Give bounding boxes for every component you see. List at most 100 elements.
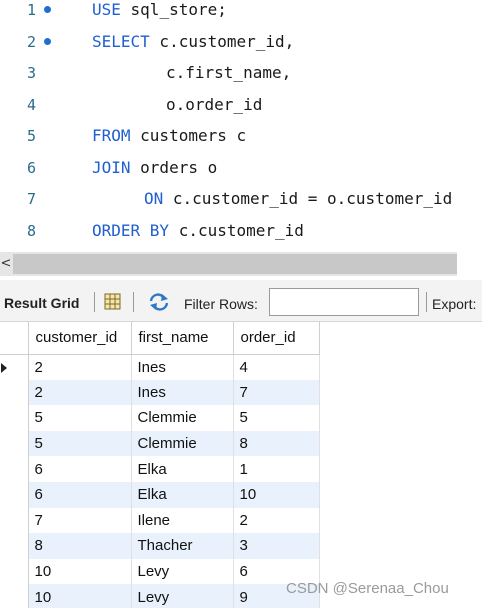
column-header-first-name[interactable]: first_name	[131, 322, 234, 355]
table-row[interactable]: 10 Levy 6	[0, 558, 320, 585]
table-cell[interactable]: 1	[233, 456, 320, 482]
row-header[interactable]	[0, 379, 29, 406]
row-header[interactable]	[0, 430, 29, 457]
table-cell[interactable]: Elka	[131, 481, 234, 508]
table-cell[interactable]: 2	[28, 354, 132, 380]
table-row[interactable]: 6 Elka 1	[0, 456, 320, 482]
watermark: CSDN @Serenaa_Chou	[286, 580, 449, 597]
table-cell[interactable]: Clemmie	[131, 405, 234, 431]
line-number: 7	[26, 190, 36, 208]
table-cell[interactable]: Thacher	[131, 533, 234, 559]
export-button[interactable]: Export:	[432, 296, 476, 312]
sql-text: c.customer_id = o.customer_id	[163, 189, 453, 208]
sql-text: c.first_name,	[166, 63, 292, 82]
line-number: 5	[26, 127, 36, 145]
table-row[interactable]: 10 Levy 9	[0, 584, 320, 608]
code-text: SELECT c.customer_id,	[92, 32, 294, 51]
column-header-customer-id[interactable]: customer_id	[28, 322, 132, 355]
toolbar-divider	[133, 292, 134, 312]
code-line[interactable]: 5 FROM customers c	[0, 123, 482, 155]
row-header[interactable]	[0, 507, 29, 534]
sql-text: c.customer_id	[169, 220, 304, 240]
sql-keyword: SELECT	[92, 31, 150, 51]
table-cell[interactable]: 8	[233, 430, 320, 457]
code-line[interactable]: 6 JOIN orders o	[0, 155, 482, 187]
code-line[interactable]: 4 o.order_id	[0, 92, 482, 124]
row-header[interactable]	[0, 481, 29, 508]
table-cell[interactable]: 2	[28, 379, 132, 406]
line-number: 4	[26, 95, 36, 114]
table-cell[interactable]: 6	[28, 481, 132, 508]
row-header-corner	[0, 322, 29, 355]
sql-text: sql_store;	[120, 0, 227, 19]
sql-keyword: FROM	[92, 126, 131, 145]
refresh-icon[interactable]	[148, 293, 170, 311]
table-cell[interactable]: 10	[28, 584, 132, 608]
table-cell[interactable]: Levy	[131, 558, 234, 585]
filter-rows-input[interactable]	[269, 288, 419, 316]
table-row[interactable]: 6 Elka 10	[0, 481, 320, 508]
sql-keyword: USE	[92, 0, 121, 19]
result-table: customer_id first_name order_id 2 Ines 4 2 I…	[0, 322, 320, 608]
table-cell[interactable]: Elka	[131, 456, 234, 482]
code-text: ON c.customer_id = o.customer_id	[144, 189, 452, 208]
table-row[interactable]: 7 Ilene 2	[0, 507, 320, 534]
current-row-arrow-icon	[1, 362, 7, 373]
table-row[interactable]: 5 Clemmie 8	[0, 430, 320, 457]
table-row[interactable]: 2 Ines 7	[0, 379, 320, 406]
table-cell[interactable]: 10	[28, 558, 132, 585]
result-grid: customer_id first_name order_id 2 Ines 4 2 I…	[0, 322, 482, 608]
result-grid-tab[interactable]: Result Grid	[4, 295, 79, 311]
result-toolbar: Result Grid Filter Rows: Export:	[0, 280, 482, 322]
sql-text: orders o	[130, 157, 218, 177]
table-cell[interactable]: 6	[28, 456, 132, 482]
table-cell[interactable]: Ilene	[131, 507, 234, 534]
table-row[interactable]: 5 Clemmie 5	[0, 405, 320, 431]
row-header[interactable]	[0, 405, 29, 431]
scrollbar-thumb[interactable]	[13, 254, 457, 274]
statement-marker-icon	[44, 6, 51, 13]
toolbar-divider	[94, 292, 95, 312]
toolbar-divider	[426, 292, 427, 312]
table-cell[interactable]: 7	[28, 507, 132, 534]
code-line[interactable]: 7 ON c.customer_id = o.customer_id	[0, 186, 482, 218]
table-row[interactable]: 8 Thacher 3	[0, 533, 320, 559]
row-header[interactable]	[0, 456, 29, 482]
row-header[interactable]	[0, 558, 29, 585]
line-number: 3	[26, 64, 36, 82]
sql-text: customers c	[130, 126, 247, 145]
table-cell[interactable]: 5	[28, 405, 132, 431]
table-cell[interactable]: Ines	[131, 379, 234, 406]
sql-keyword: ON	[144, 189, 164, 208]
sql-text: o.order_id	[166, 94, 263, 114]
sql-keyword: JOIN	[92, 157, 131, 177]
row-header[interactable]	[0, 533, 29, 559]
row-header[interactable]	[0, 584, 29, 608]
code-line[interactable]: 1 USE sql_store;	[0, 0, 482, 29]
row-header[interactable]	[0, 354, 29, 380]
column-header-order-id[interactable]: order_id	[233, 322, 320, 355]
scroll-left-arrow-icon[interactable]: <	[0, 256, 12, 272]
table-cell[interactable]: 4	[233, 354, 320, 380]
table-cell[interactable]: 2	[233, 507, 320, 534]
sql-text: c.customer_id,	[149, 31, 295, 51]
code-text: FROM customers c	[92, 126, 246, 145]
table-cell[interactable]: 10	[233, 481, 320, 508]
code-line[interactable]: 3 c.first_name,	[0, 60, 482, 92]
table-cell[interactable]: 7	[233, 379, 320, 406]
grid-view-icon[interactable]	[104, 293, 121, 310]
table-cell[interactable]: 5	[233, 405, 320, 431]
editor-horizontal-scrollbar[interactable]: <	[0, 252, 457, 276]
table-cell[interactable]: Levy	[131, 584, 234, 608]
code-line[interactable]: 2 SELECT c.customer_id,	[0, 29, 482, 61]
table-cell[interactable]: 5	[28, 430, 132, 457]
code-line[interactable]: 8 ORDER BY c.customer_id	[0, 218, 482, 250]
sql-editor[interactable]: 1 USE sql_store; 2 SELECT c.customer_id, 3 c.…	[0, 0, 482, 250]
table-cell[interactable]: Ines	[131, 354, 234, 380]
table-cell[interactable]: Clemmie	[131, 430, 234, 457]
table-row[interactable]: 2 Ines 4	[0, 354, 320, 380]
table-cell[interactable]: 8	[28, 533, 132, 559]
table-cell[interactable]: 3	[233, 533, 320, 559]
line-number: 8	[26, 221, 36, 240]
line-number: 6	[26, 158, 36, 177]
